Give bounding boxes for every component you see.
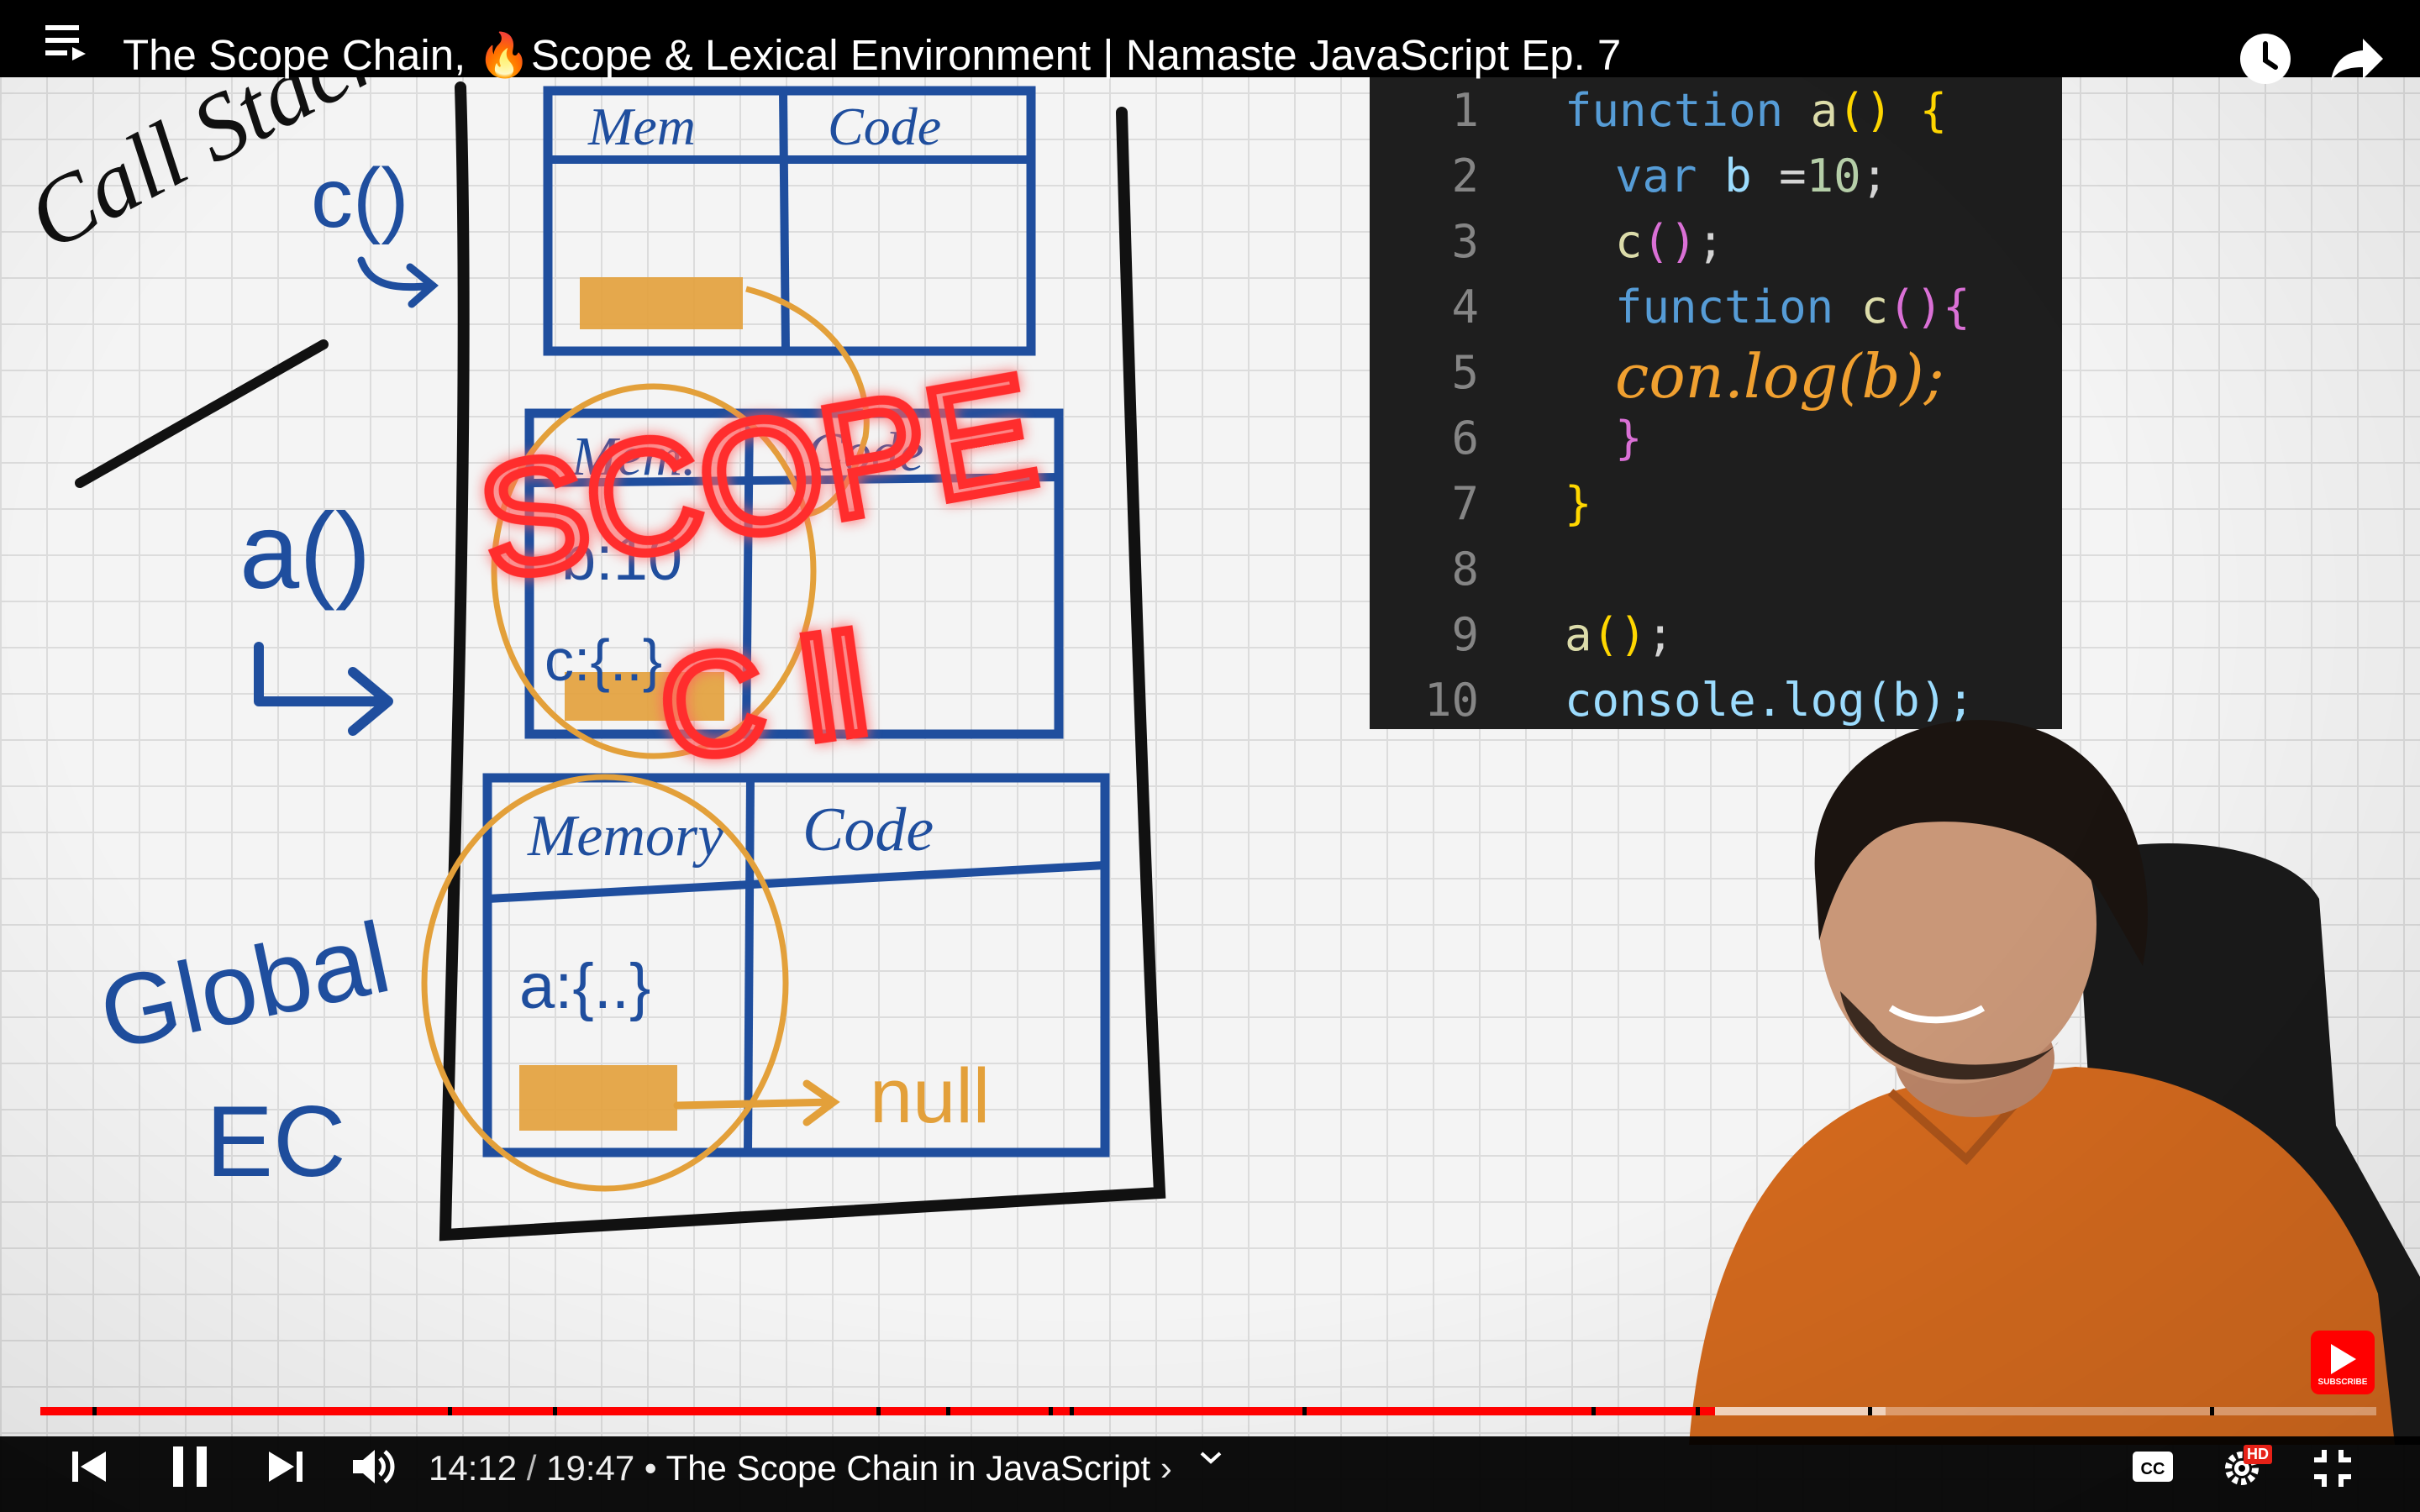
call-stack-underline	[75, 339, 329, 488]
chapter-marker	[448, 1407, 452, 1415]
global-code-header: Code	[802, 795, 934, 864]
global-memory-var-a: a:{..}	[519, 951, 650, 1022]
code-text: }	[1615, 412, 1643, 465]
chapter-marker	[876, 1407, 881, 1415]
clock-icon[interactable]	[2238, 32, 2292, 86]
skip-previous-icon[interactable]	[71, 1448, 108, 1485]
code-line: 7}	[1370, 477, 2062, 543]
code-text: function c(){	[1615, 281, 1970, 333]
code-editor-panel: 1 function a() { 2 var b =10; 3 c(); 4 funct…	[1370, 77, 2062, 729]
chapter-marker	[2210, 1407, 2214, 1415]
line-number: 9	[1451, 608, 1479, 661]
line-number: 10	[1423, 674, 1479, 727]
player-control-bar: 14:12 / 19:47 • The Scope Chain in JavaS…	[0, 1436, 2420, 1512]
code-line: 5 con.log(b);	[1370, 341, 2062, 412]
chapter-title[interactable]: The Scope Chain in JavaScript	[666, 1448, 1151, 1488]
c-frame-label: c()	[311, 151, 409, 245]
global-ec-label-line2: EC	[206, 1085, 346, 1198]
volume-icon[interactable]	[351, 1446, 395, 1487]
chapter-marker	[946, 1407, 950, 1415]
playlist-icon[interactable]	[45, 24, 87, 60]
chapter-marker	[1070, 1407, 1074, 1415]
code-line: 1 function a() {	[1370, 84, 2062, 150]
code-text: a();	[1565, 608, 1675, 661]
share-arrow-icon[interactable]	[2329, 35, 2385, 82]
code-line: 3 c();	[1370, 215, 2062, 281]
chapter-marker	[92, 1407, 97, 1415]
scope-chain-neon: SCOPE C ll	[462, 337, 1053, 796]
global-ec-label-line1: Global	[91, 900, 399, 1071]
null-arrow	[673, 1079, 840, 1126]
chapter-marker	[1049, 1407, 1053, 1415]
player-top-bar: The Scope Chain, 🔥Scope & Lexical Enviro…	[0, 0, 2420, 84]
skip-next-icon[interactable]	[267, 1448, 304, 1485]
video-frame[interactable]: Mem Code Mem. Code b:10 c:{..} Memory Co…	[0, 0, 2420, 1512]
exit-fullscreen-icon[interactable]	[2312, 1448, 2353, 1488]
line-number: 3	[1451, 215, 1479, 268]
line-number: 4	[1451, 281, 1479, 333]
subscribe-watermark[interactable]: SUBSCRIBE	[2311, 1331, 2375, 1394]
chapter-bullet: •	[644, 1448, 657, 1488]
code-line: 9 a();	[1370, 608, 2062, 674]
svg-text:CC: CC	[2141, 1460, 2165, 1478]
global-lexical-ref-box	[519, 1065, 677, 1131]
subscribe-label: SUBSCRIBE	[2317, 1378, 2368, 1387]
current-time: 14:12	[429, 1448, 518, 1488]
line-number: 8	[1451, 543, 1479, 596]
code-text: }	[1565, 477, 1592, 530]
youtube-play-icon	[2331, 1344, 2356, 1374]
code-line: 4 function c(){	[1370, 281, 2062, 346]
line-number: 1	[1451, 84, 1479, 137]
hd-badge: HD	[2244, 1445, 2272, 1464]
a-frame-arrow	[254, 642, 393, 736]
code-text: var b =10;	[1615, 150, 1889, 202]
chapter-marker	[1696, 1407, 1700, 1415]
c-memory-header: Mem	[587, 97, 696, 156]
chapter-chevron-icon[interactable]: ›	[1160, 1448, 1172, 1488]
null-label: null	[870, 1053, 990, 1139]
line-number: 6	[1451, 412, 1479, 465]
chapter-marker	[1868, 1407, 1872, 1415]
pause-icon[interactable]	[170, 1445, 210, 1488]
chain-word: C ll	[650, 604, 877, 790]
time-separator: /	[526, 1448, 537, 1488]
video-title[interactable]: The Scope Chain, 🔥Scope & Lexical Enviro…	[123, 30, 1621, 81]
a-frame-label: a()	[239, 491, 371, 612]
a-memory-fn-c: c:{..}	[544, 627, 662, 693]
line-number: 5	[1451, 346, 1479, 399]
handwritten-code: con.log(b);	[1615, 341, 1944, 412]
code-line: 6}	[1370, 412, 2062, 477]
c-code-header: Code	[828, 97, 941, 156]
time-display: 14:12 / 19:47 • The Scope Chain in JavaS…	[429, 1448, 1172, 1488]
chapter-marker	[1591, 1407, 1596, 1415]
chevron-down-icon[interactable]	[1198, 1448, 1223, 1468]
captions-icon[interactable]: CC	[2131, 1448, 2175, 1485]
chapter-marker	[553, 1407, 557, 1415]
code-text: function a() {	[1565, 84, 1948, 137]
code-text: c();	[1615, 215, 1725, 268]
line-number: 7	[1451, 477, 1479, 530]
presenter-webcam	[1689, 720, 2420, 1445]
line-number: 2	[1451, 150, 1479, 202]
code-line: 8	[1370, 543, 2062, 608]
global-memory-header: Memory	[527, 804, 724, 869]
duration: 19:47	[546, 1448, 635, 1488]
c-lexical-ref-box	[580, 277, 743, 329]
progress-bar[interactable]	[40, 1407, 2376, 1415]
code-line: 2 var b =10;	[1370, 150, 2062, 215]
chapter-marker	[1302, 1407, 1307, 1415]
c-frame-arrow	[357, 256, 439, 308]
scope-word: SCOPE	[466, 341, 1048, 613]
